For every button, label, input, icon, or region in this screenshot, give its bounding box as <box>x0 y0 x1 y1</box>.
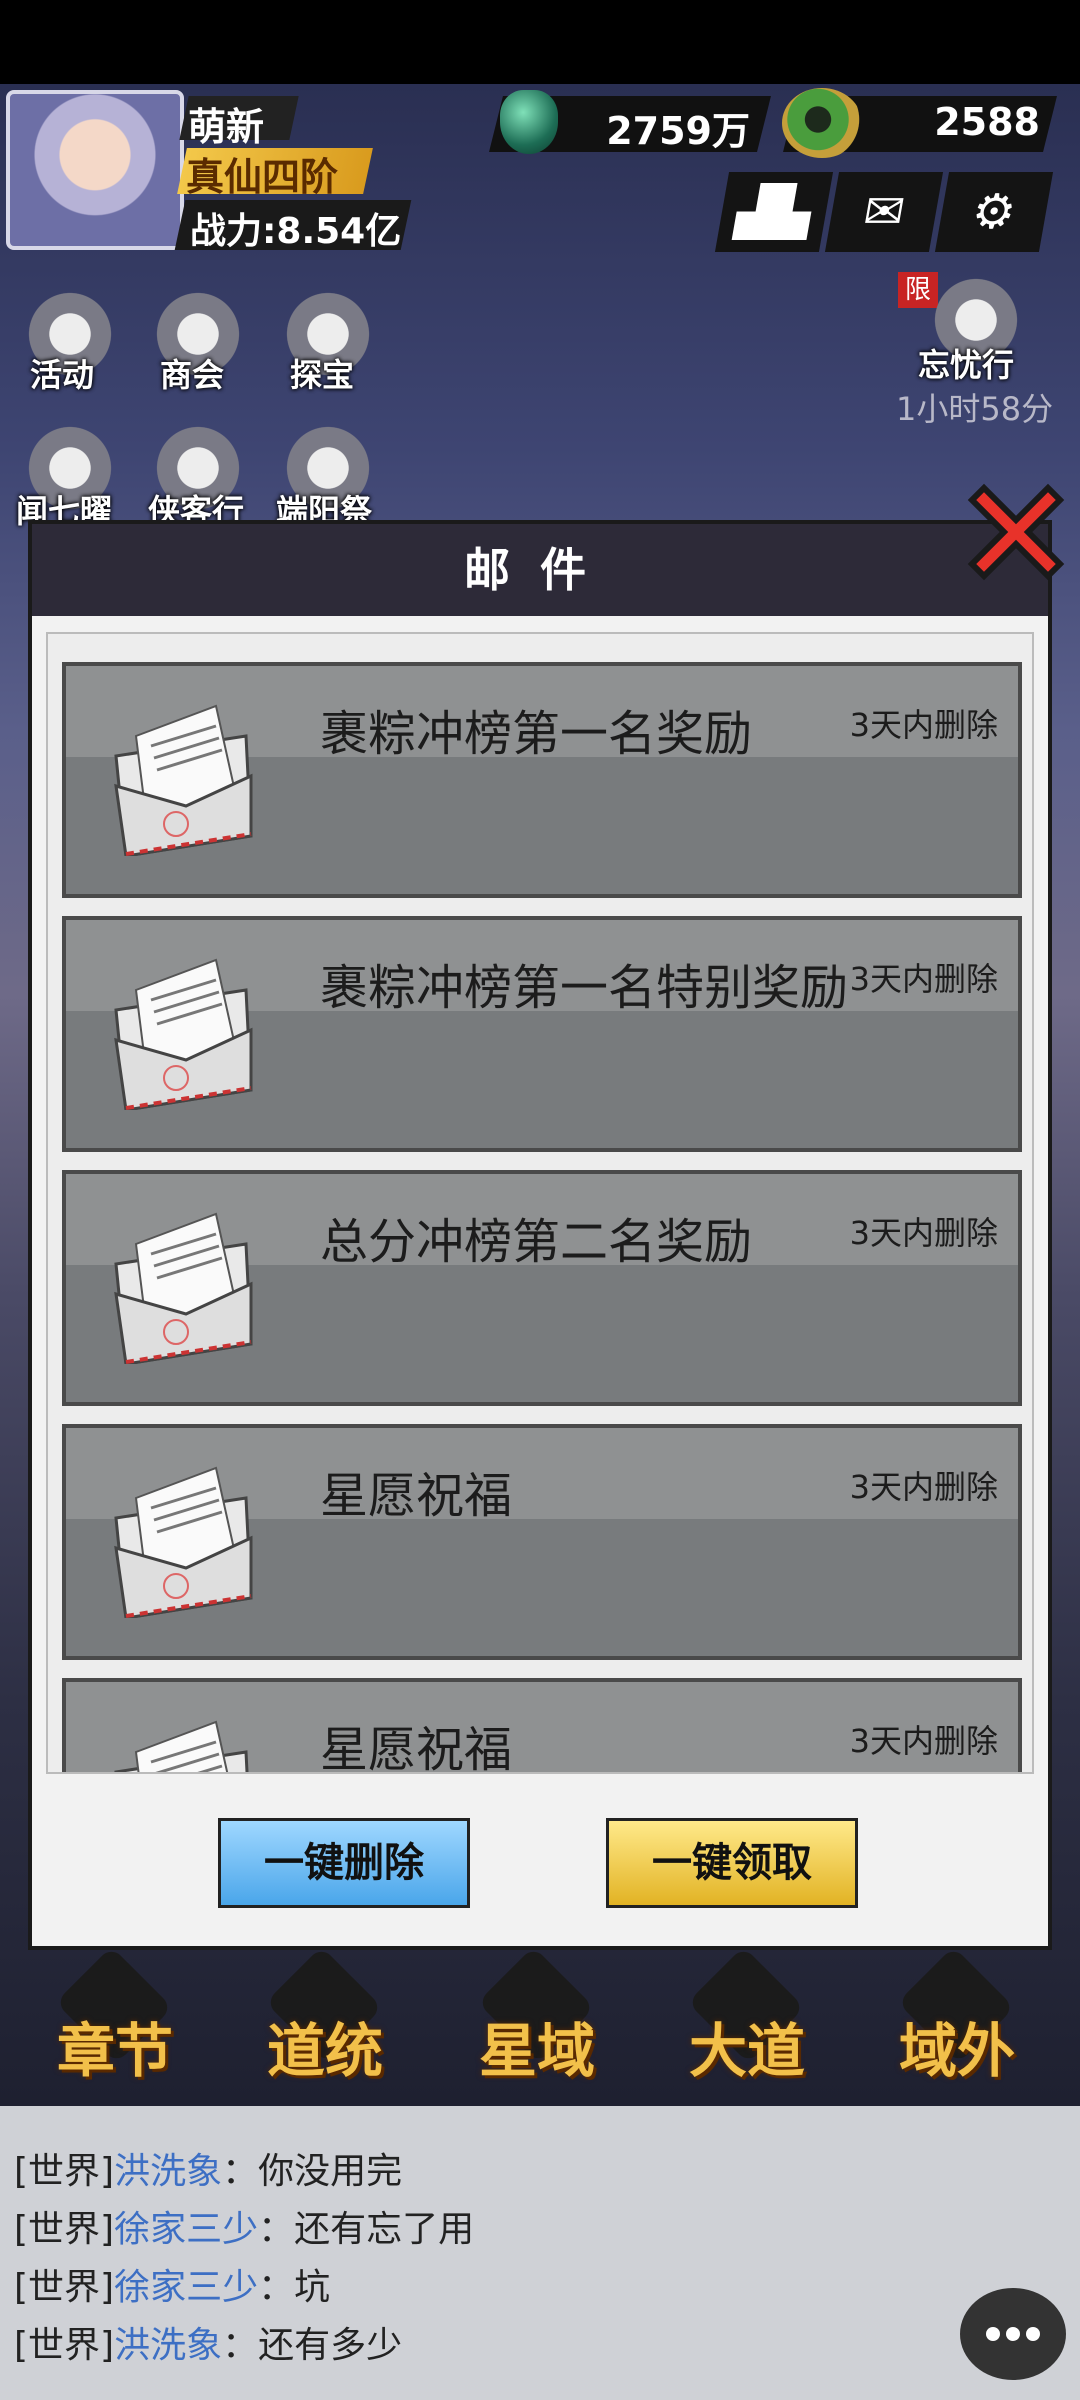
mail-expiry: 3天内删除 <box>849 1214 998 1252</box>
nav-yuwai[interactable]: 域外 <box>862 1946 1052 2086</box>
menu-treasure-label[interactable]: 探宝 <box>290 350 354 396</box>
chat-text: ：你没用完 <box>222 2151 403 2192</box>
chat-text: ：还有忘了用 <box>258 2209 475 2250</box>
chat-sender[interactable]: 徐家三少 <box>114 2267 258 2308</box>
podium-icon: ▟▙ <box>732 184 816 240</box>
nav-daotong[interactable]: 道统 <box>230 1946 420 2086</box>
mail-list[interactable]: 裹粽冲榜第一名奖励 3天内删除 裹粽冲榜第一名特别奖励 3天内删除 总分冲榜第二 <box>46 632 1034 1774</box>
delete-all-button[interactable]: 一键删除 <box>218 1818 470 1908</box>
player-name: 萌新 <box>188 105 265 149</box>
chat-channel: [世界] <box>14 2267 115 2308</box>
chat-sender[interactable]: 洪洗象 <box>114 2325 222 2366</box>
mail-title: 裹粽冲榜第一名奖励 <box>320 706 753 762</box>
close-icon[interactable] <box>962 478 1070 586</box>
envelope-icon <box>114 1720 249 1772</box>
gem-amount: 2759万 <box>606 109 750 153</box>
chat-text: ：还有多少 <box>222 2325 403 2366</box>
chat-channel: [世界] <box>14 2151 115 2192</box>
chat-message[interactable]: [世界]洪洗象：还有多少 <box>14 2316 402 2368</box>
mail-dialog-title: 邮件 <box>464 543 616 597</box>
ranking-button[interactable]: ▟▙ <box>714 172 834 252</box>
mail-expiry: 3天内删除 <box>849 960 998 998</box>
nav-xingyu[interactable]: 星域 <box>442 1946 632 2086</box>
chat-bubble-icon[interactable] <box>960 2288 1066 2380</box>
ellipsis-icon <box>986 2327 1040 2341</box>
gem-icon <box>500 90 558 154</box>
envelope-icon <box>114 1212 253 1364</box>
mail-item[interactable]: 裹粽冲榜第一名奖励 3天内删除 <box>62 662 1022 898</box>
mail-item[interactable]: 星愿祝福 3天内删除 <box>62 1424 1022 1660</box>
event-name[interactable]: 忘忧行 <box>918 340 1014 386</box>
chat-message[interactable]: [世界]洪洗象：你没用完 <box>14 2142 402 2194</box>
nav-xingyu-label: 星域 <box>478 2017 595 2085</box>
player-rank: 真仙四阶 <box>186 155 339 199</box>
settings-button[interactable]: ⚙ <box>934 172 1054 252</box>
menu-activity-label[interactable]: 活动 <box>30 350 94 396</box>
mail-expiry: 3天内删除 <box>849 1468 998 1506</box>
status-bar <box>0 0 1080 84</box>
nav-chapter[interactable]: 章节 <box>20 1946 210 2086</box>
mail-title: 星愿祝福 <box>320 1722 513 1774</box>
nav-dadao-label: 大道 <box>688 2017 805 2085</box>
nav-daotong-label: 道统 <box>266 2017 383 2085</box>
jade-amount: 2588 <box>934 100 1040 144</box>
nav-dadao[interactable]: 大道 <box>652 1946 842 2086</box>
chat-channel: [世界] <box>14 2325 115 2366</box>
mail-item[interactable]: 裹粽冲榜第一名特别奖励 3天内删除 <box>62 916 1022 1152</box>
mail-button[interactable]: ✉ <box>824 172 944 252</box>
mail-icon: ✉ <box>858 184 910 240</box>
chat-message[interactable]: [世界]徐家三少：还有忘了用 <box>14 2200 474 2252</box>
player-power: 战力:8.54亿 <box>190 211 402 252</box>
chat-channel: [世界] <box>14 2209 115 2250</box>
mail-expiry: 3天内删除 <box>849 706 998 744</box>
event-timer: 1小时58分 <box>896 390 1054 428</box>
chat-sender[interactable]: 徐家三少 <box>114 2209 258 2250</box>
nav-chapter-label: 章节 <box>56 2017 173 2085</box>
mail-title: 星愿祝福 <box>320 1468 513 1524</box>
nav-yuwai-label: 域外 <box>898 2017 1015 2085</box>
envelope-icon <box>114 958 253 1110</box>
gear-icon: ⚙ <box>967 184 1021 240</box>
player-avatar[interactable] <box>6 90 184 250</box>
mail-title: 裹粽冲榜第一名特别奖励 <box>320 960 849 1016</box>
mail-title: 总分冲榜第二名奖励 <box>320 1214 753 1270</box>
mail-expiry: 3天内删除 <box>849 1722 998 1760</box>
chat-text: ：坑 <box>258 2267 331 2308</box>
envelope-icon <box>114 704 253 856</box>
mail-item[interactable]: 星愿祝福 3天内删除 <box>62 1678 1022 1774</box>
chat-message[interactable]: [世界]徐家三少：坑 <box>14 2258 330 2310</box>
chat-sender[interactable]: 洪洗象 <box>114 2151 222 2192</box>
jade-icon <box>782 88 862 158</box>
envelope-icon <box>114 1466 253 1618</box>
menu-shop-label[interactable]: 商会 <box>160 350 224 396</box>
claim-all-button[interactable]: 一键领取 <box>606 1818 858 1908</box>
mail-item[interactable]: 总分冲榜第二名奖励 3天内删除 <box>62 1170 1022 1406</box>
